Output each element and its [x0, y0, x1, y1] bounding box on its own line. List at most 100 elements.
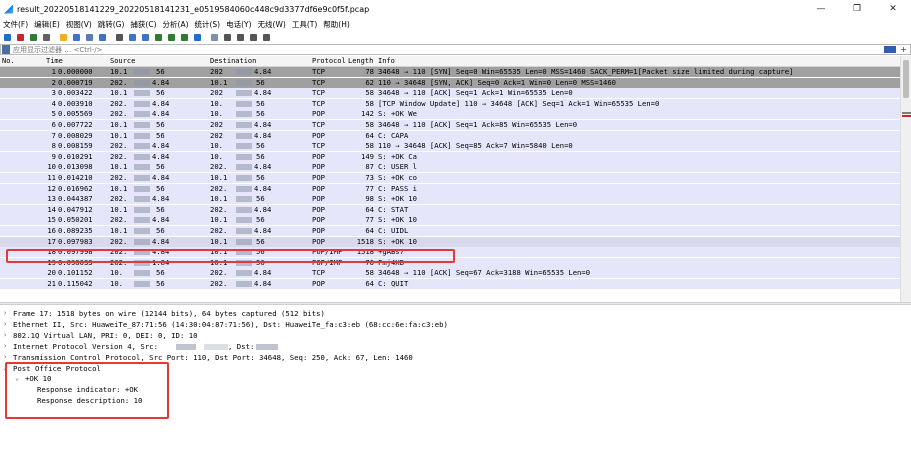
- packet-list[interactable]: 1 0.000000 10.1 202 TCP 78 34648 → 110 [SYN] S…: [0, 67, 900, 302]
- minimize-button[interactable]: —: [803, 0, 839, 18]
- packet-row[interactable]: 17 0.097983 202. 10.1 POP 1518 S: +OK 10 4.84 56: [0, 236, 900, 247]
- column-header-time[interactable]: Time: [46, 57, 63, 65]
- column-header-destination[interactable]: Destination: [210, 57, 256, 65]
- zoom-out-icon[interactable]: [236, 33, 245, 42]
- resize-columns-icon[interactable]: [262, 33, 271, 42]
- selected-packet-highlight: [6, 249, 455, 263]
- menu-item[interactable]: 捕获(C): [130, 19, 156, 30]
- packet-info: C: PASS i: [378, 183, 417, 193]
- packet-no: 8: [51, 141, 56, 151]
- expand-arrow-icon[interactable]: ›: [3, 308, 7, 319]
- packet-row[interactable]: 14 0.047912 10.1 202. POP 64 C: STAT 56 4.84: [0, 204, 900, 215]
- packet-row[interactable]: 11 0.014210 202. 10.1 POP 73 S: +OK co 4.84 56: [0, 173, 900, 183]
- packet-row[interactable]: 2 0.000719 202. 10.1 TCP 62 110 → 34648 [SYN, …: [0, 77, 900, 88]
- column-header-no[interactable]: No.: [2, 57, 15, 65]
- open-file-icon[interactable]: [59, 33, 68, 42]
- redacted-address-block: [134, 228, 150, 234]
- save-file-icon[interactable]: [72, 33, 81, 42]
- expand-arrow-icon[interactable]: ›: [3, 352, 7, 363]
- packet-proto: POP: [312, 204, 325, 214]
- detail-tree-item[interactable]: › 802.1Q Virtual LAN, PRI: 0, DEI: 0, ID:…: [0, 330, 911, 341]
- restart-capture-icon[interactable]: [29, 33, 38, 42]
- packet-list-scrollbar[interactable]: [900, 56, 911, 302]
- zoom-in-icon[interactable]: [223, 33, 232, 42]
- column-header-length[interactable]: Length: [348, 57, 373, 65]
- packet-dst-suffix: 4.84: [254, 67, 272, 76]
- detail-tree-item[interactable]: › Ethernet II, Src: HuaweiTe_87:71:56 (14…: [0, 319, 911, 330]
- menu-item[interactable]: 文件(F): [3, 19, 28, 30]
- display-filter-input[interactable]: [13, 45, 793, 54]
- apply-filter-arrow-icon[interactable]: [884, 46, 896, 53]
- close-file-icon[interactable]: [85, 33, 94, 42]
- scrollbar-thumb[interactable]: [903, 60, 909, 98]
- packet-row[interactable]: 10 0.013098 10.1 202. POP 87 C: USER l 56 4.84: [0, 162, 900, 173]
- packet-row[interactable]: 4 0.003910 202. 10. TCP 58 [TCP Window Update]…: [0, 98, 900, 109]
- column-header-protocol[interactable]: Protocol: [312, 57, 346, 65]
- redacted-address-block: [134, 153, 150, 160]
- packet-len: 78: [365, 67, 374, 76]
- packet-proto: POP: [312, 173, 325, 182]
- redacted-address-block: [236, 132, 252, 139]
- column-header-info[interactable]: Info: [378, 57, 395, 65]
- packet-row[interactable]: 3 0.003422 10.1 202 TCP 58 34648 → 110 [ACK] S…: [0, 88, 900, 99]
- packet-row[interactable]: 1 0.000000 10.1 202 TCP 78 34648 → 110 [SYN] S…: [0, 67, 900, 77]
- menu-item[interactable]: 电话(Y): [226, 19, 251, 30]
- last-packet-icon[interactable]: [180, 33, 189, 42]
- stop-capture-icon[interactable]: [16, 33, 25, 42]
- menu-item[interactable]: 跳转(G): [98, 19, 125, 30]
- maximize-button[interactable]: ❐: [839, 0, 875, 18]
- packet-row[interactable]: 6 0.007722 10.1 202 TCP 58 34648 → 110 [ACK] S…: [0, 120, 900, 130]
- column-header-source[interactable]: Source: [110, 57, 135, 65]
- reload-icon[interactable]: [98, 33, 107, 42]
- detail-tree-item[interactable]: › Frame 17: 1518 bytes on wire (12144 bit…: [0, 308, 911, 319]
- go-to-packet-icon[interactable]: [154, 33, 163, 42]
- menu-item[interactable]: 统计(S): [195, 19, 221, 30]
- packet-info: 34648 → 110 [ACK] Seq=67 Ack=3188 Win=65…: [378, 268, 591, 278]
- menu-item[interactable]: 分析(A): [163, 19, 189, 30]
- packet-src: 202.: [110, 194, 128, 204]
- packet-src-suffix: 56: [156, 88, 165, 98]
- packet-row[interactable]: 13 0.044387 202. 10.1 POP 98 S: +OK 10 4.84 56: [0, 194, 900, 205]
- capture-options-icon[interactable]: [42, 33, 51, 42]
- add-filter-button[interactable]: +: [900, 45, 907, 54]
- expand-arrow-icon[interactable]: ›: [3, 319, 7, 330]
- expand-arrow-icon[interactable]: ›: [3, 341, 7, 352]
- detail-tree-item[interactable]: › Internet Protocol Version 4, Src: , Dst:: [0, 341, 911, 352]
- packet-no: 6: [51, 120, 56, 129]
- packet-row[interactable]: 12 0.016962 10.1 202. POP 77 C: PASS i 56 4.84: [0, 183, 900, 194]
- find-packet-icon[interactable]: [115, 33, 124, 42]
- colorize-icon[interactable]: [210, 33, 219, 42]
- go-forward-icon[interactable]: [141, 33, 150, 42]
- packet-row[interactable]: 8 0.008159 202. 10. TCP 58 110 → 34648 [ACK] S…: [0, 141, 900, 152]
- packet-time: 0.101152: [58, 268, 93, 278]
- menu-item[interactable]: 编辑(E): [34, 19, 60, 30]
- auto-scroll-icon[interactable]: [193, 33, 202, 42]
- packet-row[interactable]: 21 0.115042 10. 202. POP 64 C: QUIT 56 4.84: [0, 279, 900, 289]
- packet-dst: 10.: [210, 141, 223, 151]
- shark-fin-start-icon[interactable]: [3, 33, 12, 42]
- packet-row[interactable]: 20 0.101152 10. 202. TCP 58 34648 → 110 [ACK] …: [0, 268, 900, 279]
- normal-size-icon[interactable]: [249, 33, 258, 42]
- close-button[interactable]: ✕: [875, 0, 911, 18]
- packet-row[interactable]: 9 0.010291 202. 10. POP 149 S: +OK Ca 4.84 56: [0, 151, 900, 162]
- packet-row[interactable]: 7 0.008029 10.1 202 POP 64 C: CAPA 56 4.84: [0, 130, 900, 141]
- menu-item[interactable]: 无线(W): [258, 19, 286, 30]
- packet-src: 10.1: [110, 183, 128, 193]
- menu-item[interactable]: 视图(V): [66, 19, 92, 30]
- redacted-address-block: [134, 238, 150, 245]
- expand-arrow-icon[interactable]: ›: [3, 330, 7, 341]
- packet-info: C: STAT: [378, 204, 409, 214]
- filter-bookmark-icon[interactable]: [2, 45, 10, 54]
- detail-tree-item[interactable]: › Transmission Control Protocol, Src Port…: [0, 352, 911, 363]
- menu-item[interactable]: 帮助(H): [323, 19, 350, 30]
- packet-row[interactable]: 15 0.050201 202. 10.1 POP 77 S: +OK 10 4.84 56: [0, 215, 900, 226]
- packet-row[interactable]: 5 0.005569 202. 10. POP 142 S: +OK We 4.84 56: [0, 109, 900, 120]
- packet-src: 202.: [110, 109, 128, 119]
- packet-row[interactable]: 16 0.089235 10.1 202. POP 64 C: UIDL 56 4.84: [0, 226, 900, 236]
- first-packet-icon[interactable]: [167, 33, 176, 42]
- packet-no: 1: [51, 67, 56, 76]
- go-back-icon[interactable]: [128, 33, 137, 42]
- menu-item[interactable]: 工具(T): [292, 19, 317, 30]
- packet-dst: 202.: [210, 268, 228, 278]
- packet-info: S: +OK Ca: [378, 151, 417, 161]
